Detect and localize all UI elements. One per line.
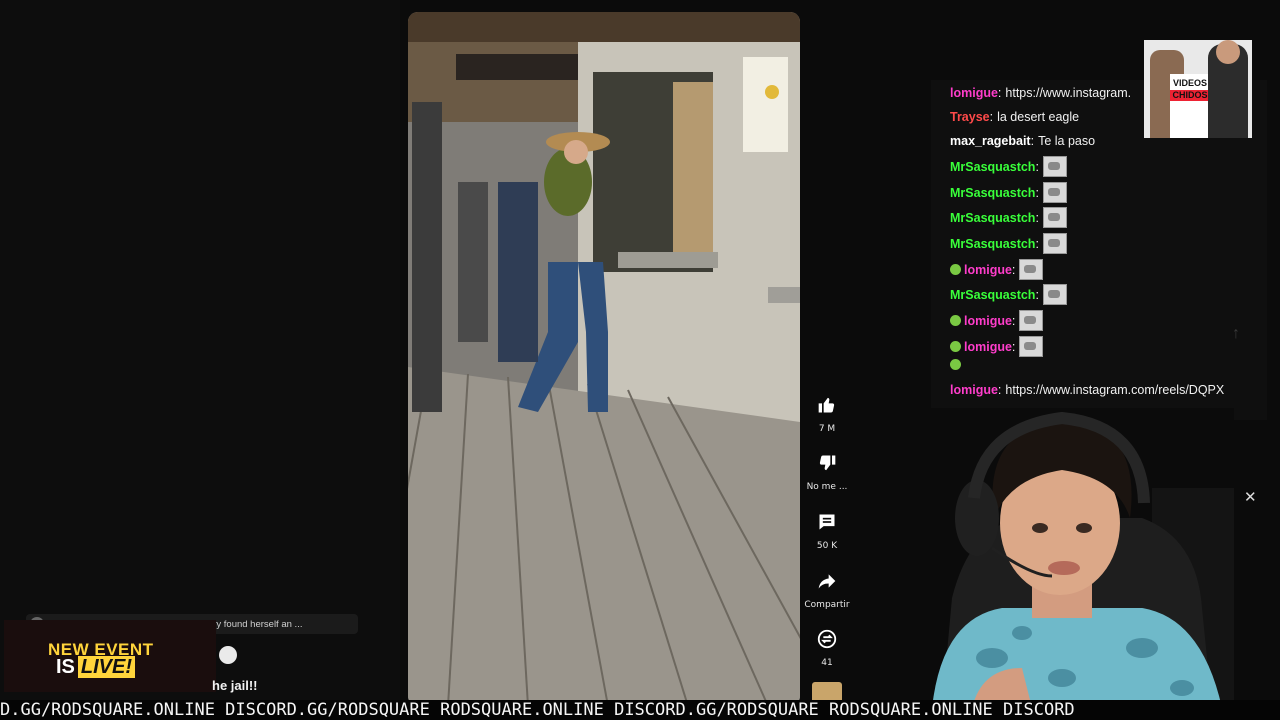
chat-text: https://www.instagram.com/reels/DQPX [1005, 383, 1225, 397]
smile-emoji-icon [950, 341, 961, 352]
smile-emoji-icon [950, 359, 961, 370]
chat-username[interactable]: MrSasquastch [950, 287, 1035, 303]
chat-message: MrSasquastch: [950, 207, 1067, 228]
chat-username[interactable]: lomigue [950, 85, 998, 101]
thumbs-down-icon [812, 448, 842, 478]
emote-icon [1042, 233, 1067, 254]
chat-message [950, 359, 964, 370]
chat-message: max_ragebait: Te la paso [950, 133, 1095, 149]
like-count: 7 M [818, 424, 836, 434]
webcam-image [912, 408, 1234, 708]
new-event-banner: NEW EVENT IS LIVE! [4, 620, 216, 692]
remix-count: 41 [821, 658, 833, 668]
chat-username[interactable]: max_ragebait [950, 133, 1031, 149]
thumbs-up-icon [812, 390, 842, 420]
video-caption: he jail!! [212, 678, 258, 693]
streamer-webcam [912, 408, 1234, 708]
chat-colon: : [1035, 159, 1039, 174]
close-icon[interactable]: ✕ [1244, 488, 1257, 506]
chat-colon: : [1030, 134, 1035, 148]
avatar-dot [219, 646, 237, 664]
share-icon [812, 566, 842, 596]
remix-button[interactable]: 41 [800, 624, 854, 668]
chat-username[interactable]: lomigue [964, 313, 1012, 329]
chat-message: MrSasquastch: [950, 284, 1067, 305]
live-badge: LIVE! [77, 656, 136, 678]
chat-username[interactable]: MrSasquastch [950, 159, 1035, 175]
chat-username[interactable]: lomigue [964, 262, 1012, 278]
emote-icon [1042, 207, 1067, 228]
chat-message: lomigue: https://www.instagram.com/reels/… [950, 382, 1224, 398]
comments-count: 50 K [816, 541, 838, 551]
chat-colon: : [1035, 185, 1039, 200]
chat-colon: : [1035, 287, 1039, 302]
short-video-player[interactable] [408, 12, 800, 706]
chat-colon: : [1035, 210, 1039, 225]
chat-colon: : [1011, 262, 1016, 277]
chat-colon: : [1011, 339, 1016, 354]
comment-icon [812, 507, 842, 537]
chat-message: MrSasquastch: [950, 182, 1067, 203]
chat-message: lomigue: [950, 310, 1044, 331]
thumb-text-1: VIDEOS [1172, 78, 1207, 88]
event-subtitle: IS LIVE! [56, 656, 136, 679]
chat-colon: : [1035, 236, 1039, 251]
chat-username[interactable]: MrSasquastch [950, 210, 1035, 226]
chat-text: la desert eagle [997, 110, 1080, 124]
chat-colon: : [1011, 313, 1016, 328]
emote-icon [1042, 156, 1067, 177]
chat-colon: : [997, 383, 1002, 397]
chat-text: Te la paso [1038, 134, 1096, 148]
emote-icon [1042, 284, 1067, 305]
remix-icon [812, 624, 842, 654]
comments-button[interactable]: 50 K [800, 507, 854, 551]
emote-icon [1019, 310, 1044, 331]
dislike-label: No me ... [806, 482, 848, 492]
like-button[interactable]: 7 M [800, 390, 854, 434]
arrow-up-icon[interactable]: ↑ [1232, 325, 1240, 343]
chat-message: lomigue: [950, 336, 1044, 357]
chat-username[interactable]: lomigue [950, 382, 998, 398]
left-background [0, 0, 400, 720]
share-button[interactable]: Compartir [800, 566, 854, 610]
chat-username[interactable]: MrSasquastch [950, 185, 1035, 201]
dislike-button[interactable]: No me ... [800, 448, 854, 492]
chat-username[interactable]: Trayse [950, 109, 990, 125]
emote-icon [1019, 259, 1044, 280]
emote-icon [1042, 182, 1067, 203]
event-is-text: IS [56, 656, 75, 678]
chat-message: Trayse: la desert eagle [950, 109, 1079, 125]
chat-message: lomigue: [950, 259, 1044, 280]
chat-colon: : [989, 110, 994, 124]
thumb-text-2: CHIDOS [1170, 90, 1210, 101]
chat-username[interactable]: MrSasquastch [950, 236, 1035, 252]
smile-emoji-icon [950, 264, 961, 275]
share-label: Compartir [804, 600, 850, 610]
chat-message: MrSasquastch: [950, 233, 1067, 254]
smile-emoji-icon [950, 315, 961, 326]
emote-icon [1019, 336, 1044, 357]
channel-thumbnail: VIDEOS CHIDOS [1144, 40, 1252, 138]
chat-message: MrSasquastch: [950, 156, 1067, 177]
chat-text: https://www.instagram. [1005, 86, 1132, 100]
chat-colon: : [997, 86, 1002, 100]
chat-username[interactable]: lomigue [964, 339, 1012, 355]
chat-message: lomigue: https://www.instagram. [950, 85, 1131, 101]
video-frame-image [408, 12, 800, 706]
ticker-banner: D.GG/RODSQUARE.ONLINE DISCORD.GG/RODSQUA… [0, 700, 1280, 720]
